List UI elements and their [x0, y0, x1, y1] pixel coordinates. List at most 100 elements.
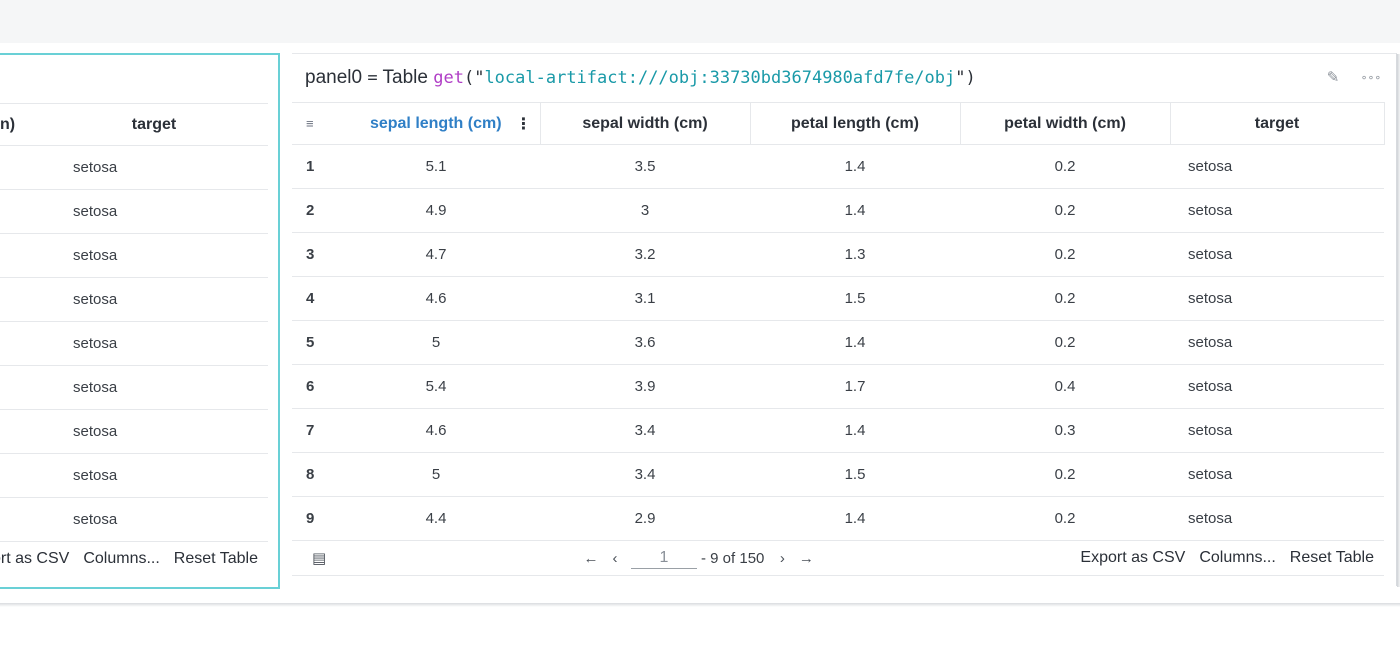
left-cell-target: setosa [40, 321, 268, 366]
table-row[interactable]: 7 4.6 3.4 1.4 0.3 setosa [292, 408, 1384, 453]
table-row[interactable]: 3 4.7 3.2 1.3 0.2 setosa [292, 232, 1384, 277]
left-cell-target: setosa [40, 497, 268, 542]
left-cell-target: setosa [40, 453, 268, 498]
left-col-header-target[interactable]: target [40, 103, 268, 146]
table-row[interactable]: 2 4.9 3 1.4 0.2 setosa [292, 188, 1384, 233]
table-row[interactable]: 6 5.4 3.9 1.7 0.4 setosa [292, 364, 1384, 409]
panel-var-name: panel0 [305, 67, 363, 88]
table-footer: ▤ ← ‹ - 9 of 150 › → Export as CSV Colum… [292, 541, 1384, 576]
col-header-petal-width[interactable]: petal width (cm) [960, 102, 1171, 145]
left-cell-target: setosa [40, 189, 268, 234]
pencil-icon[interactable]: ✎ [1322, 68, 1344, 88]
table-panel[interactable]: panel0 = Table get("local-artifact:///ob… [292, 53, 1400, 587]
cell-petal-length: 1.4 [750, 188, 960, 233]
next-page-button[interactable]: › [770, 550, 794, 567]
column-menu-icon[interactable]: ⋮ [516, 114, 532, 134]
panel-expression[interactable]: panel0 = Table get("local-artifact:///ob… [305, 67, 976, 89]
row-index: 6 [292, 364, 332, 409]
left-table-row[interactable]: setosa [0, 365, 268, 410]
table-row[interactable]: 8 5 3.4 1.5 0.2 setosa [292, 452, 1384, 497]
left-col-header[interactable]: n) [0, 103, 40, 146]
row-index: 9 [292, 496, 332, 541]
cell-sepal-length: 5.1 [332, 144, 540, 189]
cell-petal-width: 0.2 [960, 188, 1170, 233]
left-columns-button[interactable]: Columns... [83, 550, 159, 568]
cell-sepal-length: 4.7 [332, 232, 540, 277]
left-table-row[interactable]: setosa [0, 189, 268, 234]
cell-target: setosa [1170, 188, 1384, 233]
left-table-row[interactable]: setosa [0, 497, 268, 542]
cell-petal-length: 1.3 [750, 232, 960, 277]
left-cell-empty [0, 409, 40, 454]
left-table: n) target setosa setosa setosa setosa setosa… [0, 103, 268, 542]
pagination: ← ‹ - 9 of 150 › → [579, 541, 818, 575]
left-reset-table-button[interactable]: Reset Table [174, 550, 258, 568]
table-row[interactable]: 9 4.4 2.9 1.4 0.2 setosa [292, 496, 1384, 541]
left-cell-target: setosa [40, 145, 268, 190]
left-cell-target: setosa [40, 409, 268, 454]
panel-equals: = [367, 68, 378, 88]
col-header-sepal-length-label: sepal length (cm) [369, 114, 502, 132]
row-index: 5 [292, 320, 332, 365]
col-header-sepal-length[interactable]: sepal length (cm) ⋮ [332, 102, 541, 145]
cell-petal-width: 0.2 [960, 452, 1170, 497]
prev-page-button[interactable]: ‹ [603, 550, 627, 567]
left-panel[interactable]: n) target setosa setosa setosa setosa setosa… [0, 53, 280, 589]
page-range: - 9 of 150 [701, 549, 765, 567]
table-icon[interactable]: ▤ [312, 549, 326, 567]
left-table-row[interactable]: setosa [0, 453, 268, 498]
cell-sepal-length: 5.4 [332, 364, 540, 409]
last-page-button[interactable]: → [794, 550, 818, 567]
cell-petal-length: 1.5 [750, 452, 960, 497]
cell-sepal-length: 4.9 [332, 188, 540, 233]
cell-petal-width: 0.4 [960, 364, 1170, 409]
cell-sepal-width: 3 [540, 188, 750, 233]
cell-sepal-width: 3.9 [540, 364, 750, 409]
left-table-row[interactable]: setosa [0, 233, 268, 278]
reset-table-button[interactable]: Reset Table [1290, 549, 1374, 567]
more-icon[interactable]: ∘∘∘ [1360, 68, 1382, 88]
cell-petal-length: 1.7 [750, 364, 960, 409]
left-cell-empty [0, 145, 40, 190]
cell-sepal-length: 5 [332, 320, 540, 365]
left-cell-empty [0, 321, 40, 366]
left-table-row[interactable]: setosa [0, 321, 268, 366]
cell-petal-length: 1.4 [750, 144, 960, 189]
cell-petal-width: 0.2 [960, 320, 1170, 365]
table-row[interactable]: 1 5.1 3.5 1.4 0.2 setosa [292, 144, 1384, 189]
columns-button[interactable]: Columns... [1199, 549, 1275, 567]
col-header-petal-length[interactable]: petal length (cm) [750, 102, 961, 145]
left-export-csv-button[interactable]: ort as CSV [0, 550, 69, 568]
panel-close-quote: ") [955, 68, 976, 88]
left-table-row[interactable]: setosa [0, 145, 268, 190]
row-index: 7 [292, 408, 332, 453]
cell-target: setosa [1170, 452, 1384, 497]
left-table-row[interactable]: setosa [0, 409, 268, 454]
col-header-sepal-width[interactable]: sepal width (cm) [540, 102, 751, 145]
cell-petal-width: 0.2 [960, 496, 1170, 541]
export-csv-button[interactable]: Export as CSV [1080, 549, 1185, 567]
cell-sepal-width: 2.9 [540, 496, 750, 541]
cell-petal-length: 1.4 [750, 408, 960, 453]
data-table: ≡ sepal length (cm) ⋮ sepal width (cm) p… [292, 102, 1385, 541]
cell-target: setosa [1170, 496, 1384, 541]
cell-target: setosa [1170, 232, 1384, 277]
left-table-row[interactable]: setosa [0, 277, 268, 322]
left-footer: ort as CSV Columns... Reset Table [0, 542, 268, 576]
page-input[interactable] [631, 547, 697, 569]
panel-header-icons: ✎ ∘∘∘ [1322, 68, 1382, 88]
sort-icon[interactable]: ≡ [306, 116, 314, 131]
cell-target: setosa [1170, 408, 1384, 453]
cell-sepal-width: 3.4 [540, 408, 750, 453]
cell-target: setosa [1170, 320, 1384, 365]
row-index: 3 [292, 232, 332, 277]
cell-petal-width: 0.2 [960, 276, 1170, 321]
first-page-button[interactable]: ← [579, 550, 603, 567]
left-cell-target: setosa [40, 233, 268, 278]
table-row[interactable]: 4 4.6 3.1 1.5 0.2 setosa [292, 276, 1384, 321]
row-index-header[interactable]: ≡ [292, 102, 332, 145]
table-row[interactable]: 5 5 3.6 1.4 0.2 setosa [292, 320, 1384, 365]
left-cell-empty [0, 365, 40, 410]
panel-uri: local-artifact:///obj:33730bd3674980afd7… [484, 68, 956, 88]
col-header-target[interactable]: target [1170, 102, 1385, 145]
